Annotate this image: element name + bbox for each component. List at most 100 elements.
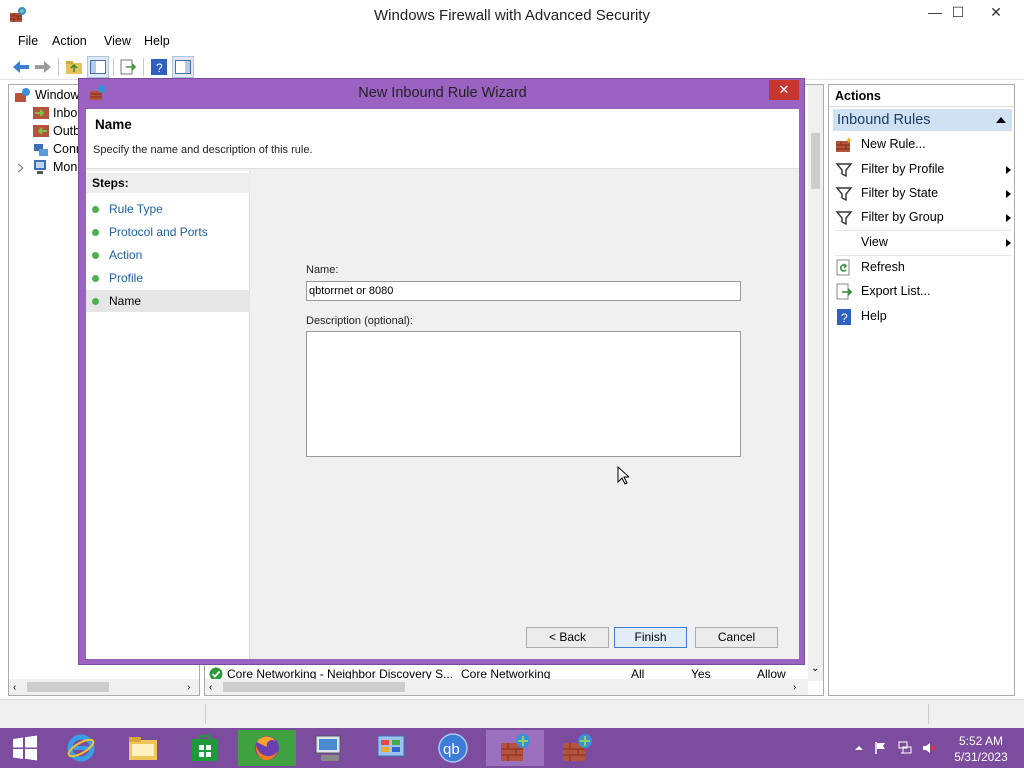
menu-action[interactable]: Action (52, 34, 87, 48)
dialog-title: New Inbound Rule Wizard (358, 85, 527, 101)
center-vertical-scrollbar[interactable]: ⌄ (808, 85, 823, 681)
taskbar-remote-desktop[interactable] (300, 730, 358, 766)
divider (205, 704, 206, 724)
action-filter-by-profile[interactable]: Filter by Profile (835, 160, 1011, 180)
actions-pane: Actions Inbound Rules New Rule... Filter… (828, 84, 1015, 696)
control-panel-icon (377, 735, 405, 757)
action-label: Filter by Profile (861, 162, 945, 176)
rule-description-input[interactable] (306, 331, 741, 457)
step-rule-type[interactable]: Rule Type (86, 198, 250, 220)
scrollbar-thumb[interactable] (27, 682, 109, 692)
scroll-right-icon[interactable]: › (187, 682, 190, 693)
taskbar-control-panel[interactable] (362, 730, 420, 766)
step-dot-icon (92, 275, 99, 282)
up-folder-icon[interactable] (63, 56, 85, 78)
forward-arrow-icon[interactable] (32, 56, 54, 78)
step-profile[interactable]: Profile (86, 267, 250, 289)
step-label: Profile (109, 271, 144, 285)
tree-horizontal-scrollbar[interactable]: ‹ › (9, 679, 199, 695)
help-icon[interactable]: ? (148, 56, 170, 78)
new-rule-icon (836, 137, 852, 152)
action-filter-by-group[interactable]: Filter by Group (835, 208, 1011, 228)
scroll-left-icon[interactable]: ‹ (209, 682, 212, 693)
close-button[interactable]: ✕ (979, 2, 1013, 24)
scroll-down-icon[interactable]: ⌄ (811, 663, 819, 674)
menu-bar: File Action View Help (0, 30, 1024, 52)
start-button[interactable] (0, 730, 50, 766)
divider (835, 230, 1011, 231)
show-hidden-icons-icon[interactable] (852, 741, 866, 755)
action-center-flag-icon[interactable] (874, 741, 888, 755)
export-list-icon[interactable] (117, 56, 139, 78)
taskbar-file-explorer[interactable] (114, 730, 172, 766)
finish-button[interactable]: Finish (614, 627, 687, 648)
clock-time: 5:52 AM (958, 734, 1004, 748)
action-new-rule[interactable]: New Rule... (835, 135, 1011, 155)
action-export-list[interactable]: Export List... (835, 282, 1011, 302)
volume-muted-icon[interactable] (922, 741, 936, 755)
network-icon[interactable] (898, 741, 912, 755)
cancel-button[interactable]: Cancel (695, 627, 778, 648)
menu-view[interactable]: View (104, 34, 131, 48)
tree-root-label: Window (35, 88, 80, 102)
back-arrow-icon[interactable] (10, 56, 32, 78)
maximize-button[interactable]: ☐ (941, 2, 975, 24)
scroll-right-icon[interactable]: › (793, 682, 796, 693)
scroll-left-icon[interactable]: ‹ (13, 682, 16, 693)
back-button[interactable]: < Back (526, 627, 609, 648)
taskbar-store[interactable] (176, 730, 234, 766)
firewall-icon (15, 88, 30, 102)
action-help[interactable]: ? Help (835, 307, 1011, 327)
scrollbar-thumb[interactable] (223, 682, 405, 692)
step-name[interactable]: Name (86, 290, 250, 312)
scrollbar-thumb[interactable] (811, 133, 820, 189)
show-hide-console-tree-icon[interactable] (87, 56, 109, 78)
action-refresh[interactable]: Refresh (835, 258, 1011, 278)
outbound-rules-icon (33, 125, 49, 137)
filter-icon (835, 163, 853, 178)
firewall-icon (501, 734, 530, 761)
wizard-content: Name: Description (optional): < Back Fin… (254, 171, 799, 659)
system-clock[interactable]: 5:52 AM 5/31/2023 (948, 733, 1014, 765)
svg-text:?: ? (841, 311, 848, 325)
page-title: Name (95, 117, 132, 132)
action-label: New Rule... (861, 137, 926, 151)
inbound-rules-section-header[interactable]: Inbound Rules (833, 109, 1012, 131)
rule-name-input[interactable] (306, 281, 741, 301)
refresh-icon (836, 259, 850, 276)
wizard-steps-panel: Steps: Rule Type Protocol and Ports Acti… (86, 171, 250, 659)
center-horizontal-scrollbar[interactable]: ‹ › (205, 679, 808, 695)
collapse-arrow-icon[interactable] (996, 117, 1006, 123)
action-view[interactable]: View (835, 233, 1011, 253)
dialog-body: Name Specify the name and description of… (86, 109, 799, 659)
menu-help[interactable]: Help (144, 34, 170, 48)
action-label: Filter by Group (861, 210, 944, 224)
taskbar-firefox[interactable] (238, 730, 296, 766)
taskbar-internet-explorer[interactable] (52, 730, 110, 766)
description-label: Description (optional): (306, 315, 413, 327)
taskbar-qbittorrent[interactable]: qb (424, 730, 482, 766)
step-dot-icon (92, 206, 99, 213)
action-label: Export List... (861, 284, 931, 298)
name-label: Name: (306, 264, 339, 276)
actions-header: Actions (829, 85, 1014, 107)
filter-icon (835, 211, 853, 226)
dialog-close-button[interactable]: ✕ (769, 80, 799, 100)
action-label: Help (861, 309, 887, 323)
expand-arrow-icon[interactable] (17, 163, 25, 173)
svg-text:?: ? (156, 61, 163, 75)
show-hide-action-pane-icon[interactable] (172, 56, 194, 78)
step-label: Protocol and Ports (109, 225, 208, 239)
step-action[interactable]: Action (86, 244, 250, 266)
export-icon (836, 283, 853, 300)
submenu-arrow-icon (1006, 190, 1011, 198)
monitoring-icon (34, 160, 46, 174)
menu-file[interactable]: File (18, 34, 38, 48)
step-dot-icon (92, 298, 99, 305)
taskbar-firewall-active[interactable] (486, 730, 544, 766)
divider (928, 704, 929, 724)
action-filter-by-state[interactable]: Filter by State (835, 184, 1011, 204)
title-bar[interactable]: Windows Firewall with Advanced Security … (0, 0, 1024, 30)
taskbar-firewall[interactable] (548, 730, 606, 766)
step-protocol-and-ports[interactable]: Protocol and Ports (86, 221, 250, 243)
